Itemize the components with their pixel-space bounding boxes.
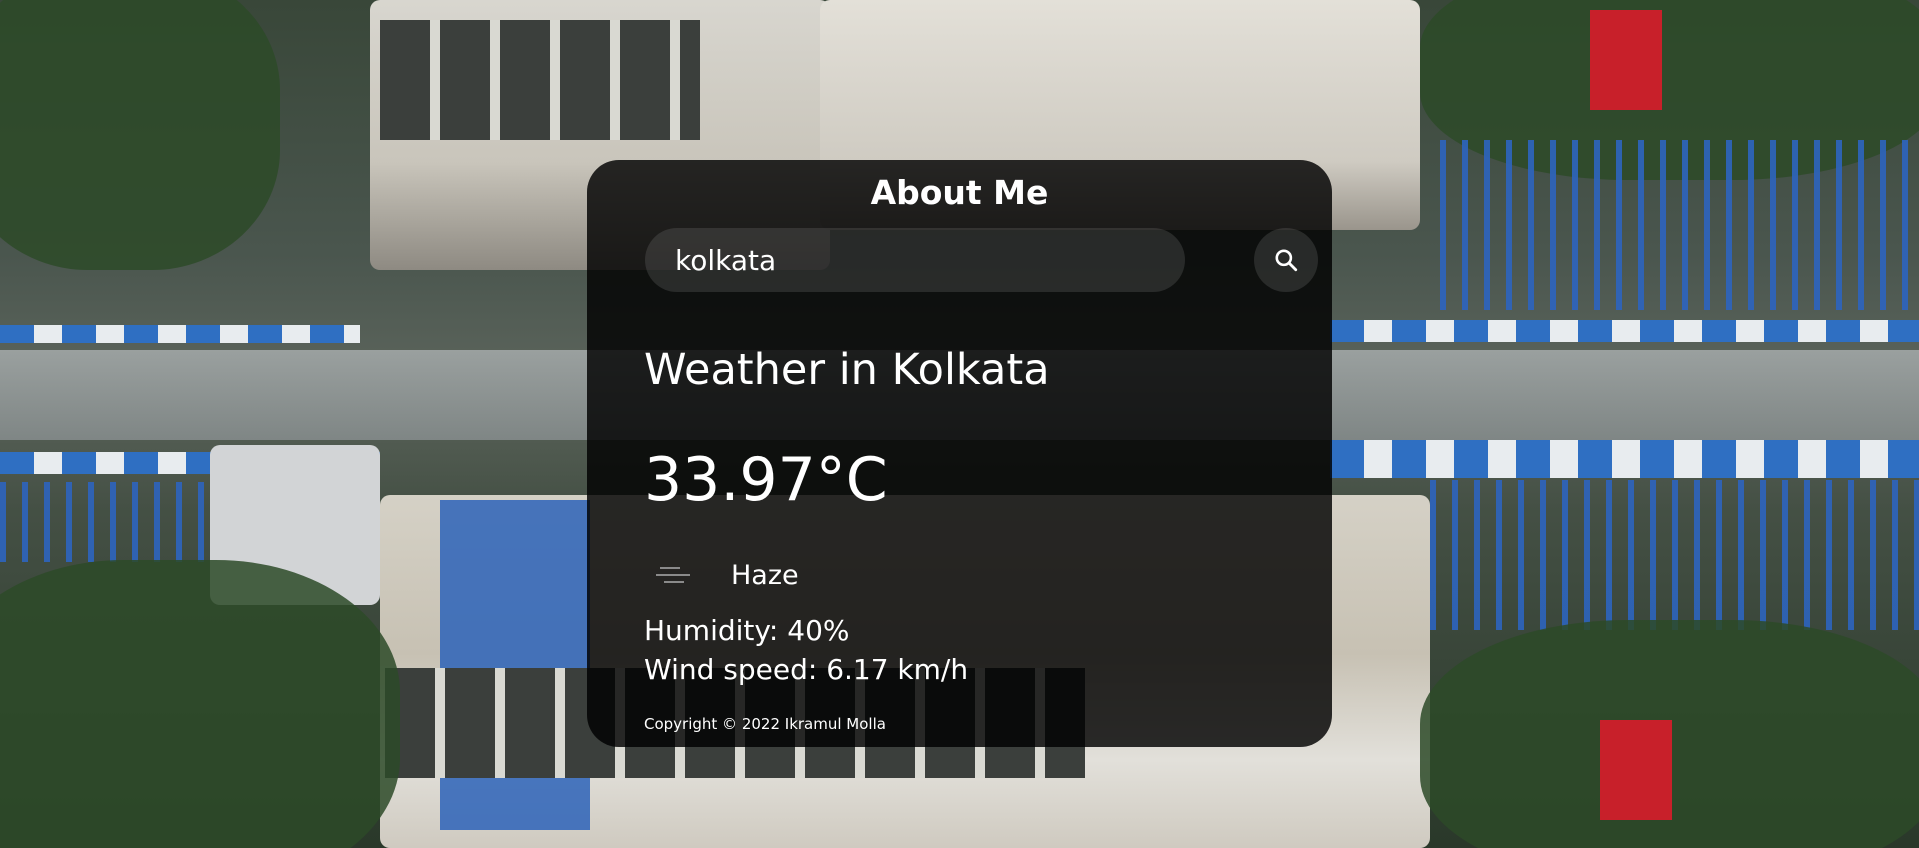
fence-shape: [1440, 140, 1910, 310]
stripe-shape: [0, 325, 360, 343]
haze-icon: [644, 550, 704, 600]
city-heading: Weather in Kolkata: [644, 345, 1050, 395]
tree-shape: [0, 0, 280, 270]
search-bar: [645, 228, 1318, 292]
weather-condition: Haze: [644, 550, 799, 600]
signboard-shape: [1600, 720, 1672, 820]
copyright-text: Copyright © 2022 Ikramul Molla: [644, 715, 886, 733]
tree-shape: [0, 560, 400, 848]
fence-shape: [0, 482, 210, 562]
signboard-shape: [1590, 10, 1662, 110]
fence-shape: [1430, 480, 1919, 630]
bus-stripe: [440, 500, 590, 830]
stripe-shape: [1330, 320, 1919, 342]
search-icon: [1275, 249, 1298, 272]
bus-windows: [380, 20, 700, 140]
weather-card: About Me Weather in Kolkata 33.97°C Haze…: [587, 160, 1332, 747]
search-button[interactable]: [1254, 228, 1318, 292]
humidity-value: Humidity: 40%: [644, 614, 850, 647]
weather-description: Haze: [731, 559, 799, 591]
wind-speed-value: Wind speed: 6.17 km/h: [644, 653, 969, 686]
card-title: About Me: [870, 173, 1049, 212]
stripe-shape: [1330, 440, 1919, 478]
search-input[interactable]: [645, 228, 1185, 292]
temperature-value: 33.97°C: [644, 445, 888, 515]
